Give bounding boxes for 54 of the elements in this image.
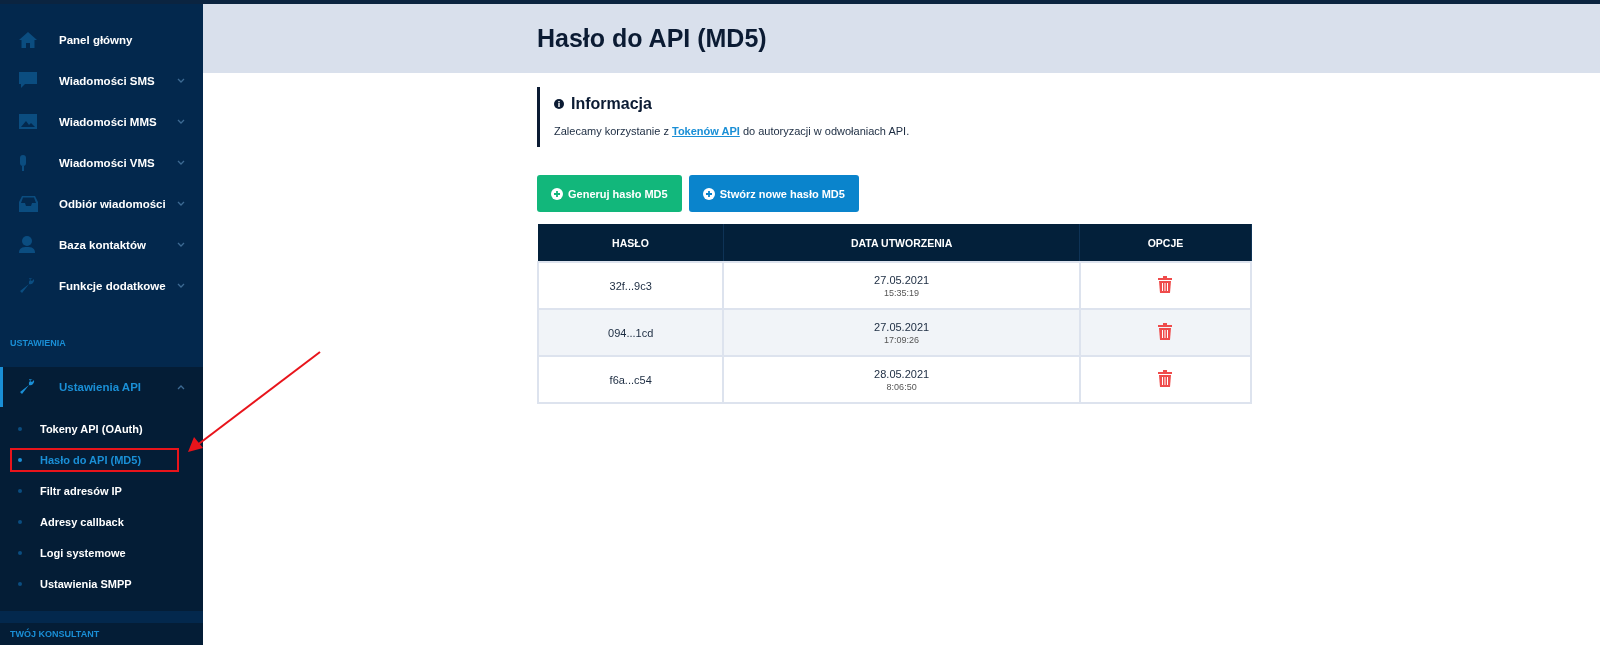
date-text: 28.05.2021 — [873, 367, 931, 380]
submenu-item[interactable]: Adresy callback — [12, 511, 160, 532]
chevron-icon — [177, 201, 185, 206]
submenu-item[interactable]: Hasło do API (MD5) — [12, 449, 178, 470]
chevron-icon — [177, 160, 185, 165]
info-icon — [554, 99, 564, 109]
trash-icon[interactable] — [1158, 323, 1173, 340]
sidebar-item[interactable]: Odbiór wiadomości — [0, 183, 203, 224]
page-title: Hasło do API (MD5) — [537, 24, 767, 53]
password-cell: 32f...9c3 — [538, 262, 724, 309]
inbox-icon — [19, 195, 38, 212]
home-icon — [19, 31, 37, 48]
wrench-icon — [19, 277, 35, 294]
info-title: Informacja — [571, 95, 652, 113]
sidebar-item[interactable]: Baza kontaktów — [0, 224, 203, 265]
column-header: OPCJE — [1079, 224, 1251, 262]
plus-circle-icon — [702, 187, 715, 200]
column-header: DATA UTWORZENIA — [723, 224, 1080, 262]
sidebar-item[interactable]: Wiadomości MMS — [0, 101, 203, 142]
chevron-icon — [177, 242, 185, 247]
section-heading: USTAWIENIA — [9, 337, 67, 350]
microphone-icon — [19, 154, 27, 171]
sidebar-item[interactable]: Wiadomości VMS — [0, 142, 203, 183]
info-text: Zalecamy korzystanie z Tokenów API do autoryzacji w odwołaniach API. — [554, 125, 911, 137]
date-text: 27.05.2021 — [873, 320, 931, 333]
submenu-item[interactable]: Ustawienia SMPP — [12, 573, 168, 594]
time-text: 8:06:50 — [885, 381, 918, 392]
sidebar-item[interactable]: Panel główny — [0, 19, 203, 60]
submenu-item[interactable]: Filtr adresów IP — [12, 480, 158, 501]
chevron-icon — [177, 78, 185, 83]
password-cell: 094...1cd — [538, 309, 724, 356]
date-text: 27.05.2021 — [873, 273, 931, 286]
chevron-icon — [177, 384, 185, 390]
time-text: 15:35:19 — [883, 287, 921, 298]
create-button[interactable]: Stwórz nowe hasło MD5 — [688, 175, 859, 212]
submenu-item[interactable]: Tokeny API (OAuth) — [12, 418, 179, 439]
sidebar-item[interactable]: Ustawienia API — [0, 367, 203, 407]
password-cell: f6a...c54 — [538, 356, 724, 403]
trash-icon[interactable] — [1158, 370, 1173, 387]
sidebar-item[interactable]: Funkcje dodatkowe — [0, 265, 203, 306]
column-header: HASŁO — [538, 224, 724, 262]
submenu-item[interactable]: Logi systemowe — [12, 542, 162, 563]
sidebar-item[interactable]: Wiadomości SMS — [0, 60, 203, 101]
chat-icon — [19, 72, 37, 89]
trash-icon[interactable] — [1158, 276, 1173, 293]
chevron-icon — [177, 283, 185, 288]
plus-circle-icon — [551, 187, 563, 200]
tokens-link[interactable]: Tokenów API — [672, 125, 740, 137]
time-text: 17:09:26 — [883, 334, 921, 345]
section-heading: TWÓJ KONSULTANT — [0, 623, 203, 645]
contact-icon — [19, 236, 35, 253]
image-icon — [19, 114, 37, 129]
wrench-icon — [19, 379, 35, 395]
chevron-icon — [177, 119, 185, 124]
